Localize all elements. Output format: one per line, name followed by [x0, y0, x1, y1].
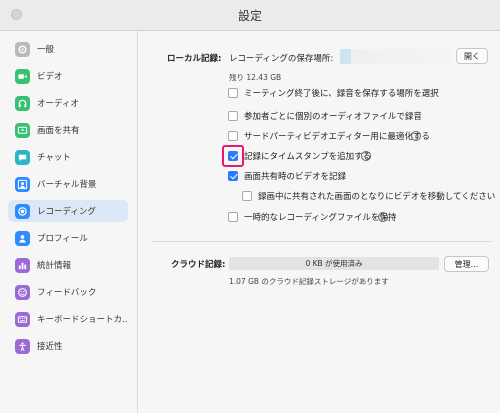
option-label-choose-location: ミーティング終了後に、録音を保存する場所を選択 [244, 89, 439, 99]
sidebar-item-label: キーボードショートカ… [37, 315, 128, 325]
sidebar-item-accessibility[interactable]: 接近性 [8, 335, 128, 357]
profile-icon [15, 230, 30, 246]
save-location-label: レコーディングの保存場所: [229, 54, 334, 64]
cloud-storage-info: 1.07 GB のクラウド記録ストレージがあります [229, 277, 389, 286]
sidebar-item-label: 一般 [37, 45, 55, 55]
sidebar-item-statistics[interactable]: 統計情報 [8, 254, 128, 276]
sidebar-item-label: バーチャル背景 [37, 180, 97, 190]
sidebar-item-label: 接近性 [37, 342, 63, 352]
sidebar-item-keyboard-shortcuts[interactable]: キーボードショートカ… [8, 308, 128, 330]
option-checkbox-keep-temp[interactable] [228, 212, 238, 222]
sidebar-item-profile[interactable]: プロフィール [8, 227, 128, 249]
settings-window: 設定 一般 ビデオ オーディオ 画面を共有 チャット バーチャル背景 レコーディ… [0, 0, 500, 413]
option-label-separate-audio: 参加者ごとに個別のオーディオファイルで録音 [244, 112, 422, 122]
chat-icon [15, 149, 30, 165]
cloud-recording-label: クラウド記録: [171, 260, 226, 270]
sidebar-item-audio[interactable]: オーディオ [8, 92, 128, 114]
feedback-icon [15, 284, 30, 300]
option-label-move-video: 録画中に共有された画面のとなりにビデオを移動してください [258, 192, 496, 202]
sidebar-item-label: フィードバック [37, 288, 97, 298]
video-icon [15, 68, 30, 84]
sidebar-item-label: 画面を共有 [37, 126, 80, 136]
title-bar: 設定 [0, 0, 500, 31]
sidebar-item-feedback[interactable]: フィードバック [8, 281, 128, 303]
save-location-path [340, 49, 452, 64]
option-label-timestamp: 記録にタイムスタンプを追加する [244, 152, 372, 162]
option-checkbox-move-video[interactable] [242, 191, 252, 201]
window-title: 設定 [237, 9, 262, 23]
sidebar-item-general[interactable]: 一般 [8, 38, 128, 60]
option-checkbox-optimize-editor[interactable] [228, 131, 238, 141]
keyboard-icon [15, 311, 30, 327]
accessibility-icon [15, 338, 30, 354]
person-background-icon [15, 176, 30, 192]
option-checkbox-separate-audio[interactable] [228, 111, 238, 121]
option-label-keep-temp: 一時的なレコーディングファイルを保持 [244, 213, 397, 223]
record-icon [15, 203, 30, 219]
stats-icon [15, 257, 30, 273]
option-checkbox-timestamp[interactable] [228, 151, 238, 161]
recording-settings-panel: ローカル記録: レコーディングの保存場所: 開く 残り 12.43 GB ミーテ… [138, 31, 500, 413]
sidebar-item-recording[interactable]: レコーディング [8, 200, 128, 222]
cloud-usage-text: 0 KB が使用済み [305, 259, 363, 268]
sidebar-item-share-screen[interactable]: 画面を共有 [8, 119, 128, 141]
sidebar-item-label: チャット [37, 153, 71, 163]
help-icon[interactable]: ? [361, 151, 371, 161]
headphones-icon [15, 95, 30, 111]
share-screen-icon [15, 122, 30, 138]
help-icon[interactable]: ? [378, 212, 388, 222]
sidebar-item-label: レコーディング [37, 207, 96, 217]
open-folder-button[interactable]: 開く [456, 48, 488, 64]
sidebar-item-chat[interactable]: チャット [8, 146, 128, 168]
option-checkbox-record-share-video[interactable] [228, 171, 238, 181]
sidebar-item-virtual-background[interactable]: バーチャル背景 [8, 173, 128, 195]
option-label-optimize-editor: サードパーティビデオエディター用に最適化する [244, 132, 430, 142]
sidebar-item-label: ビデオ [37, 72, 63, 82]
help-icon[interactable]: ? [411, 131, 421, 141]
gear-icon [15, 41, 30, 57]
cloud-usage-bar: 0 KB が使用済み [229, 257, 439, 270]
remaining-space: 残り 12.43 GB [229, 73, 282, 82]
option-label-record-share-video: 画面共有時のビデオを記録 [244, 172, 347, 182]
sidebar-item-label: 統計情報 [37, 261, 72, 271]
sidebar-item-video[interactable]: ビデオ [8, 65, 128, 87]
section-divider [152, 241, 492, 242]
sidebar-item-label: プロフィール [37, 234, 88, 244]
manage-cloud-button[interactable]: 管理... [444, 256, 489, 272]
option-checkbox-choose-location[interactable] [228, 88, 238, 98]
sidebar-item-label: オーディオ [37, 99, 79, 109]
local-recording-label: ローカル記録: [167, 54, 222, 64]
sidebar: 一般 ビデオ オーディオ 画面を共有 チャット バーチャル背景 レコーディング … [0, 31, 138, 413]
